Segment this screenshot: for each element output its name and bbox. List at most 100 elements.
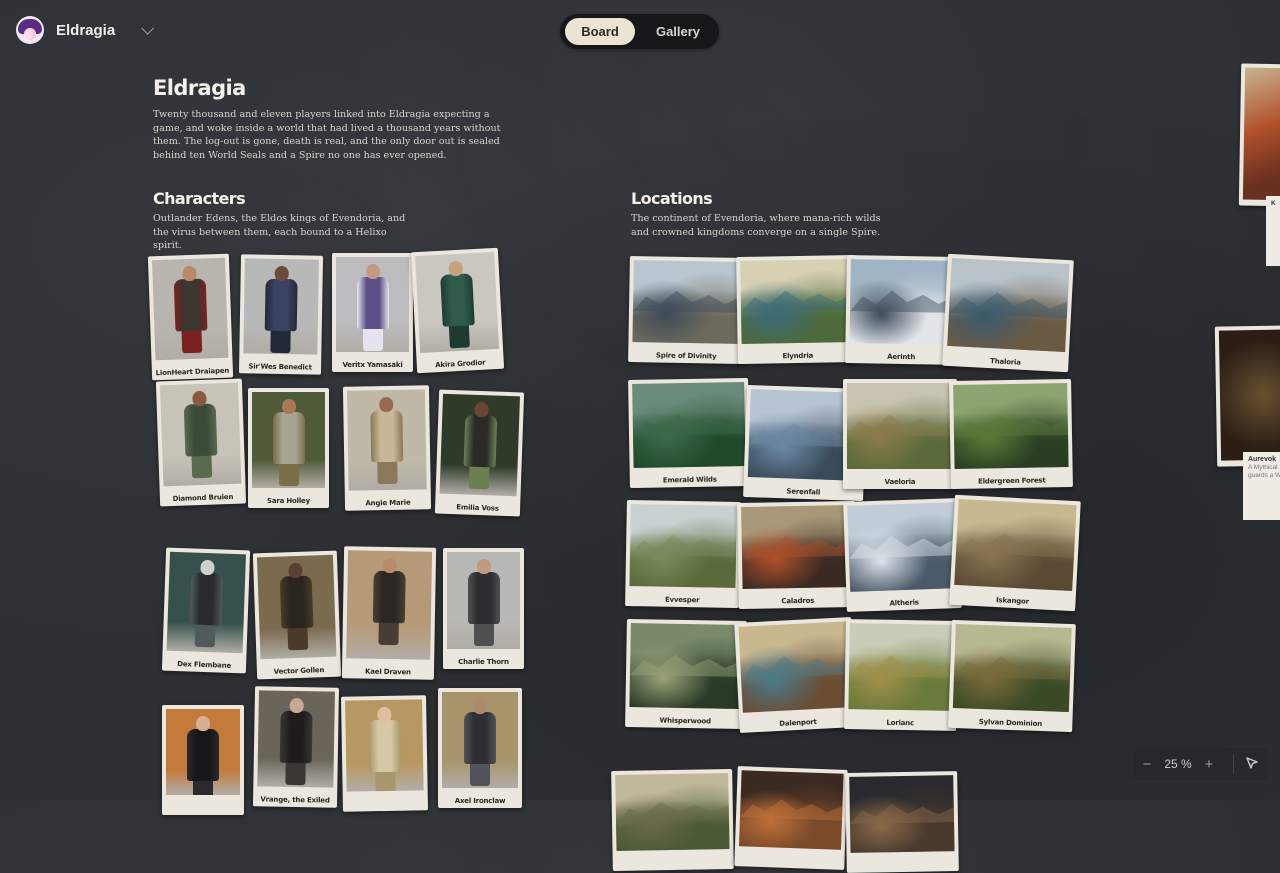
character-name: Emilia Voss xyxy=(456,503,499,513)
side-card-dragon[interactable] xyxy=(1214,325,1280,467)
cursor-icon xyxy=(1246,756,1258,769)
character-name: Sir'Wes Benedict xyxy=(248,362,312,372)
figure-head xyxy=(192,390,207,407)
location-name xyxy=(847,868,959,870)
character-image xyxy=(447,552,520,649)
zoom-out-button[interactable]: − xyxy=(1133,756,1161,773)
character-figure xyxy=(260,259,302,355)
character-card[interactable]: Diamond Bruien xyxy=(155,378,247,507)
location-card[interactable]: Elyndria xyxy=(736,254,858,365)
location-name: Lorianc xyxy=(886,718,915,728)
character-card[interactable]: Sara Holley xyxy=(248,388,329,508)
character-name: Charlie Thorn xyxy=(458,658,509,666)
figure-body xyxy=(356,277,389,329)
landscape-ridge xyxy=(954,410,1068,437)
zoom-level: 25 % xyxy=(1164,757,1192,771)
character-card[interactable] xyxy=(341,695,428,812)
location-card[interactable]: Eldergreen Forest xyxy=(949,378,1073,490)
character-card[interactable]: Sir'Wes Benedict xyxy=(238,254,324,375)
character-image xyxy=(252,392,325,488)
side-note-partial: K xyxy=(1266,196,1280,266)
location-card[interactable]: Caladros xyxy=(737,500,857,610)
zoom-divider xyxy=(1233,755,1234,773)
figure-body xyxy=(370,409,404,463)
side-note-partial-title: K xyxy=(1271,200,1276,207)
location-card[interactable]: Emerald Wilds xyxy=(628,377,750,489)
landscape-ridge xyxy=(956,526,1075,558)
figure-head xyxy=(376,706,391,723)
location-card[interactable]: Spire of Divinity xyxy=(628,255,746,365)
location-card[interactable]: Dalenport xyxy=(734,617,857,733)
figure-head xyxy=(365,264,380,279)
location-image xyxy=(629,623,743,709)
location-image xyxy=(847,383,953,469)
character-figure xyxy=(464,552,504,649)
figure-body xyxy=(279,575,314,629)
character-figure xyxy=(364,700,406,792)
figure-head xyxy=(473,699,487,714)
character-image xyxy=(151,257,229,361)
character-card[interactable]: Emilia Voss xyxy=(434,389,525,517)
character-card[interactable]: Axel Ironclaw xyxy=(438,688,522,808)
landscape-ridge xyxy=(954,651,1071,680)
figure-body xyxy=(439,273,475,327)
location-name: Caladros xyxy=(781,596,815,606)
location-image xyxy=(629,504,737,588)
location-name: Evvesper xyxy=(664,595,700,605)
location-card[interactable]: Sylvan Dominion xyxy=(948,619,1076,733)
location-image xyxy=(847,502,958,592)
location-card[interactable]: Aerinth xyxy=(845,255,959,365)
character-card[interactable]: LionHeart Draiapen xyxy=(147,253,234,381)
character-name: Kael Draven xyxy=(364,667,411,677)
figure-head xyxy=(447,260,463,277)
location-name: Whisperwood xyxy=(659,716,711,726)
location-image xyxy=(848,623,954,711)
location-image xyxy=(953,383,1069,469)
character-figure xyxy=(275,691,317,788)
location-card[interactable]: Altheris xyxy=(843,498,962,612)
location-name: Thaloria xyxy=(989,357,1021,367)
location-name: Eldergreen Forest xyxy=(978,476,1046,486)
side-card-tentacle[interactable] xyxy=(1238,63,1280,207)
character-image xyxy=(346,389,427,491)
figure-body xyxy=(467,572,500,624)
location-card[interactable] xyxy=(611,768,734,872)
character-card[interactable] xyxy=(162,705,244,815)
location-image xyxy=(849,775,955,853)
landscape-ridge xyxy=(848,530,956,560)
character-card[interactable]: Veritx Yamasaki xyxy=(332,253,413,372)
character-card[interactable]: Angie Marie xyxy=(342,385,432,511)
aurevok-text: A Mythical ... guards a W... xyxy=(1248,464,1280,479)
figure-body xyxy=(272,412,305,464)
board-view-button[interactable]: Board xyxy=(565,18,635,45)
location-card[interactable]: Evvesper xyxy=(625,500,741,608)
location-card[interactable]: Thaloria xyxy=(942,253,1074,373)
landscape-ridge xyxy=(633,286,741,312)
view-toggle: Board Gallery xyxy=(560,14,719,49)
location-card[interactable]: Vaeloria xyxy=(843,379,957,489)
workspace-switcher[interactable]: Eldragia xyxy=(16,16,155,44)
character-card[interactable]: Dex Flembane xyxy=(161,547,251,674)
character-card[interactable]: Kael Draven xyxy=(341,546,437,680)
character-image xyxy=(442,692,518,788)
character-figure xyxy=(460,692,500,788)
aurevok-note[interactable]: Aurevok A Mythical ... guards a W... xyxy=(1243,452,1280,520)
figure-head xyxy=(382,557,397,574)
character-card[interactable]: Charlie Thorn xyxy=(443,548,524,669)
location-card[interactable]: Lorianc xyxy=(844,619,958,731)
location-card[interactable] xyxy=(734,766,848,870)
location-card[interactable]: Whisperwood xyxy=(625,618,747,730)
gallery-view-button[interactable]: Gallery xyxy=(642,18,714,45)
side-card-image xyxy=(1218,329,1280,461)
character-card[interactable]: Vrange, the Exiled xyxy=(252,686,340,808)
location-card[interactable] xyxy=(845,771,959,873)
pointer-tool-button[interactable] xyxy=(1240,756,1264,773)
zoom-in-button[interactable]: + xyxy=(1195,756,1223,773)
location-card[interactable]: Iskangor xyxy=(949,494,1081,612)
board-title: Eldragia xyxy=(153,76,246,100)
character-card[interactable]: Akira Grodior xyxy=(410,247,505,374)
character-figure xyxy=(368,551,410,660)
character-card[interactable]: Vector Gollen xyxy=(252,550,342,680)
figure-body xyxy=(464,712,496,764)
chevron-down-icon[interactable] xyxy=(141,21,155,35)
